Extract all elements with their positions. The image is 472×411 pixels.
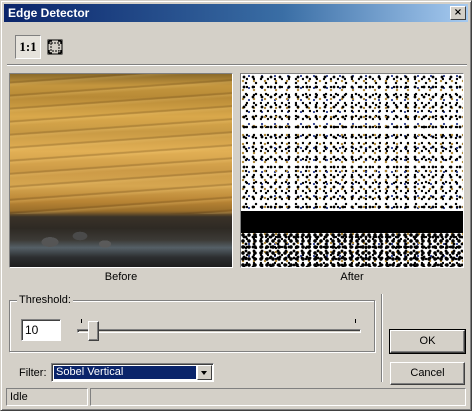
cancel-button[interactable]: Cancel	[390, 362, 465, 385]
close-button[interactable]: ×	[450, 6, 466, 20]
filter-label: Filter:	[19, 367, 47, 379]
toolbar-separator	[7, 64, 467, 66]
threshold-slider-track[interactable]	[77, 329, 361, 333]
slider-tick-min	[81, 319, 82, 323]
chevron-down-icon[interactable]	[197, 365, 212, 380]
slider-tick-max	[355, 319, 356, 323]
fit-to-window-button[interactable]	[44, 35, 66, 59]
threshold-group	[9, 300, 375, 352]
status-text: Idle	[6, 388, 88, 406]
after-caption: After	[340, 271, 364, 283]
status-panel	[90, 388, 466, 406]
close-icon: ×	[453, 7, 463, 18]
filter-select[interactable]: Sobel Vertical	[51, 363, 214, 382]
before-preview-frame[interactable]	[9, 73, 233, 268]
fit-to-window-icon	[47, 39, 63, 55]
window-title: Edge Detector	[8, 6, 90, 20]
threshold-input[interactable]: 10	[21, 319, 61, 341]
threshold-slider-thumb[interactable]	[87, 321, 99, 341]
threshold-group-label: Threshold:	[17, 294, 73, 306]
before-caption: Before	[104, 271, 138, 283]
title-bar[interactable]: Edge Detector ×	[4, 4, 468, 22]
actual-size-button[interactable]: 1:1	[15, 35, 41, 59]
before-image	[10, 74, 232, 267]
ok-button[interactable]: OK	[389, 329, 466, 354]
vertical-separator	[381, 294, 383, 382]
edge-detector-dialog: Edge Detector × 1:1 Before After Thresho…	[0, 0, 472, 411]
filter-selected-value: Sobel Vertical	[54, 366, 196, 379]
after-image	[241, 74, 463, 267]
after-preview-frame[interactable]	[240, 73, 464, 268]
